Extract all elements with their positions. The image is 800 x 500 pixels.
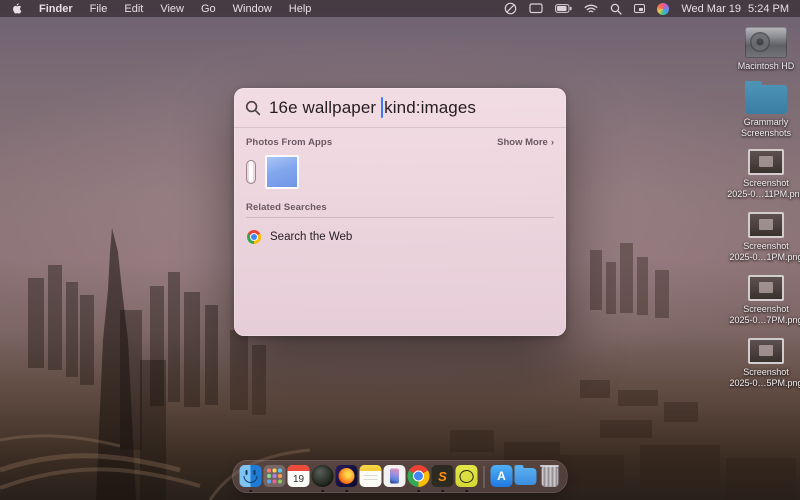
dock-basecamp[interactable] (456, 465, 478, 488)
menu-view[interactable]: View (160, 3, 184, 15)
dock-chrome[interactable] (408, 465, 430, 488)
icon-label: Screenshot 2025-0…1PM.png (729, 241, 800, 263)
dark-blue-wallpaper-thumbnail (249, 161, 253, 182)
running-indicator (441, 490, 444, 493)
desktop-icon-grammarly-screenshots[interactable]: Grammarly Screenshots (726, 85, 800, 139)
spotlight-window: 16e wallpaper kind:images Photos From Ap… (234, 88, 566, 336)
chrome-icon (247, 230, 261, 244)
wifi-icon[interactable] (584, 4, 598, 14)
desktop-icon-screenshot-4[interactable]: Screenshot 2025-0…5PM.png (726, 338, 800, 389)
menu-help[interactable]: Help (289, 3, 312, 15)
query-before-cursor: 16e wallpaper (269, 98, 376, 118)
firefox-icon (336, 465, 358, 487)
related-section-title: Related Searches (246, 202, 554, 213)
control-center-icon[interactable] (634, 4, 645, 13)
downloads-folder-icon (515, 468, 537, 485)
app-store-icon: A (491, 465, 513, 487)
running-indicator (249, 490, 252, 493)
hard-drive-icon (745, 27, 787, 58)
photos-section-title: Photos From Apps (246, 137, 332, 148)
dock-dark-circular-app[interactable] (312, 465, 334, 488)
image-file-icon (748, 212, 784, 238)
finder-icon (240, 465, 262, 487)
desktop-icon-screenshot-3[interactable]: Screenshot 2025-0…7PM.png (726, 275, 800, 326)
menu-bar: Finder File Edit View Go Window Help (0, 0, 800, 17)
image-file-icon (748, 275, 784, 301)
battery-icon[interactable] (555, 4, 572, 13)
light-blue-wallpaper-thumbnail[interactable] (265, 155, 299, 189)
clock-status-icon[interactable] (504, 2, 517, 15)
menu-window[interactable]: Window (233, 3, 272, 15)
running-indicator (321, 490, 324, 493)
notes-icon (360, 465, 382, 487)
sublime-text-icon: S (432, 465, 454, 487)
text-cursor (381, 97, 383, 118)
search-the-web-label: Search the Web (270, 231, 352, 243)
calendar-day: 19 (293, 472, 304, 487)
icon-label: Screenshot 2025-0…5PM.png (729, 367, 800, 389)
image-preview-icon (384, 465, 406, 487)
icon-label: Macintosh HD (738, 61, 795, 72)
dock-downloads-folder[interactable] (515, 465, 537, 488)
dock-firefox[interactable] (336, 465, 358, 488)
section-divider (246, 217, 554, 218)
menu-bar-clock[interactable]: Wed Mar 19 5:24 PM (681, 3, 789, 15)
time-text: 5:24 PM (748, 3, 789, 15)
spotlight-search-field[interactable]: 16e wallpaper kind:images (234, 88, 566, 128)
spotlight-search-icon[interactable] (610, 3, 622, 15)
search-the-web-item[interactable]: Search the Web (246, 228, 554, 246)
menu-edit[interactable]: Edit (124, 3, 143, 15)
icon-label: Screenshot 2025-0…11PM.png (727, 178, 800, 200)
dock-sublime-text[interactable]: S (432, 465, 454, 488)
dark-circular-app-icon (312, 465, 334, 487)
dock-app-store[interactable]: A (491, 465, 513, 488)
spotlight-query[interactable]: 16e wallpaper kind:images (269, 97, 476, 118)
dock: 19 S A (233, 460, 568, 493)
launchpad-icon (264, 465, 286, 487)
desktop-icon-macintosh-hd[interactable]: Macintosh HD (726, 27, 800, 72)
running-indicator (345, 490, 348, 493)
dock-calendar[interactable]: 19 (288, 465, 310, 488)
calendar-icon: 19 (288, 465, 310, 487)
desktop-icon-screenshot-1[interactable]: Screenshot 2025-0…11PM.png (726, 149, 800, 200)
chevron-right-icon: › (551, 137, 554, 148)
display-icon[interactable] (529, 3, 543, 14)
apple-menu-icon[interactable] (11, 2, 22, 15)
date-text: Wed Mar 19 (681, 3, 741, 15)
image-file-icon (748, 149, 784, 175)
dock-image-preview[interactable] (384, 465, 406, 488)
dock-separator (484, 466, 485, 488)
basecamp-icon (456, 465, 478, 487)
icon-label: Screenshot 2025-0…7PM.png (729, 304, 800, 326)
query-after-cursor: kind:images (384, 98, 476, 118)
running-indicator (417, 490, 420, 493)
desktop-icon-screenshot-2[interactable]: Screenshot 2025-0…1PM.png (726, 212, 800, 263)
icon-label: Grammarly Screenshots (741, 117, 791, 139)
dock-notes[interactable] (360, 465, 382, 488)
chrome-icon (408, 465, 430, 487)
folder-icon (745, 85, 787, 114)
menu-go[interactable]: Go (201, 3, 216, 15)
photo-result-selected[interactable] (246, 160, 256, 184)
show-more-button[interactable]: Show More › (497, 137, 554, 148)
menu-file[interactable]: File (90, 3, 108, 15)
dock-launchpad[interactable] (264, 465, 286, 488)
running-indicator (465, 490, 468, 493)
magnifier-icon (245, 100, 261, 116)
dock-finder[interactable] (240, 465, 262, 488)
trash-icon (541, 466, 558, 487)
menu-app-name[interactable]: Finder (39, 3, 73, 15)
image-file-icon (748, 338, 784, 364)
siri-icon[interactable] (657, 3, 669, 15)
dock-trash[interactable] (539, 465, 561, 488)
